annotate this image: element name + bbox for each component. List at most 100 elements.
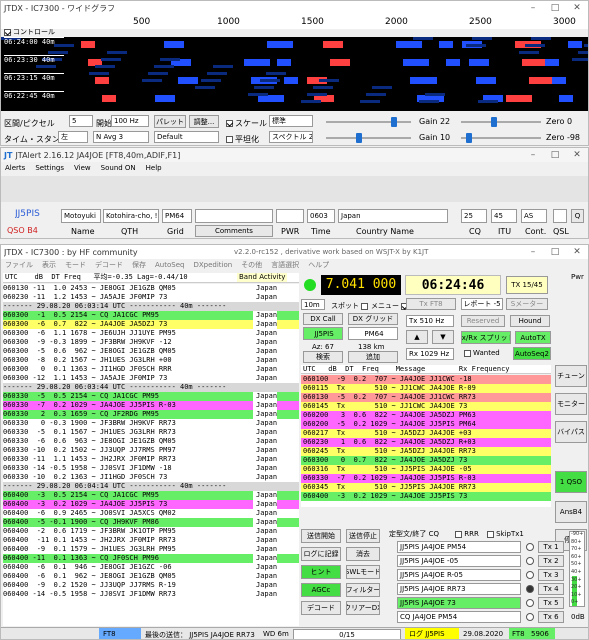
dx-grid-button[interactable]: DX グリッド [348,313,398,325]
frequency-display[interactable]: 7.041 000 [321,275,401,295]
tx-select-button[interactable]: Tx 4 [538,583,564,595]
country-field[interactable]: Japan [338,209,448,223]
comments-button[interactable]: Comments [195,225,273,237]
jtalert-callsign[interactable]: JJ5PIS [15,209,40,219]
autotx-button[interactable]: AutoTX [515,331,551,344]
band-activity-row[interactable]: 060330 -14 -0.5 1958 ~ JJ0SVI JF1DMW -18… [3,464,299,473]
scale-select[interactable]: 標準 [269,115,313,127]
band-activity-row[interactable]: 060230 -11 1.2 1453 ~ JA5AJE JF0MIP 73 Ja… [3,293,299,302]
band-activity-row[interactable]: 060400 -14 -0.5 1958 ~ JJ0SVI JF1DMW RR7… [3,590,299,599]
search-button[interactable]: 検索 [303,351,343,363]
add-button[interactable]: 追加 [348,351,398,363]
dx-call-button[interactable]: DX Call [303,313,343,325]
reserved-button[interactable]: Reserved [461,315,505,327]
menu-checkbox[interactable]: メニュー [371,301,410,311]
tx-select-button[interactable]: Tx 1 [538,541,564,553]
band-activity-row[interactable]: 060400 -6 0.9 2465 ~ JO0SVI JA5XCS QM02 J… [3,509,299,518]
rx-frequency-row[interactable]: 060400 -3 0.2 1029 ~ JA4JOE JJ5PIS 73 [301,492,551,501]
band-activity-row[interactable]: 060300 -12 1.1 1453 ~ JA5AJE JF0MIP 73 Ja… [3,374,299,383]
band-activity-row[interactable]: 060300 -6 1.1 1678 ~ JE6UJH JJ1UYE PM95 J… [3,329,299,338]
band-activity-row[interactable]: 060330 -11 1.1 1453 ~ JH2JRX JF0MIP RR73… [3,455,299,464]
palette-select[interactable]: Default [154,131,219,143]
menu-view[interactable]: View [74,164,91,172]
zero-a-slider[interactable] [461,117,541,127]
grid-field[interactable]: PM64 [162,209,192,223]
cq-option[interactable]: CQ [429,530,439,538]
band-activity-row[interactable]: ------- 29.08.20 06:03:44 UTC ----------… [3,383,299,392]
tx-radio[interactable] [526,599,534,607]
rx-frequency-list[interactable]: 060100 -9 0.2 707 ~ JA4JOE JJ1CWC -18 060… [301,375,551,507]
band-activity-row[interactable]: 060400 -9 0.1 1579 ~ JH1UES JG3LRH PM95 J… [3,545,299,554]
tx-hz-spinbox[interactable]: Tx 510 Hz [406,315,454,327]
decode-button[interactable]: デコード [301,601,341,615]
rx-frequency-row[interactable]: 060200 3 0.6 822 ~ JA4JOE JA5DZJ PM63 [301,411,551,420]
report-spinbox[interactable]: レポート -5 [461,298,503,310]
tx-message-field[interactable]: JJ5PIS JA4JOE R-05 [397,569,521,581]
close-icon[interactable]: ✕ [566,247,588,257]
rx-frequency-row[interactable]: 060330 -7 0.2 1029 ~ JA4JOE JJ5PIS R-03 [301,474,551,483]
tx-stop-button[interactable]: 送信停止 [346,529,380,543]
tx-mode-button[interactable]: Tx FT8 [406,298,456,310]
side-button[interactable]: モニター [555,393,587,415]
dx-call-field[interactable]: JJ5PIS [303,327,343,340]
cq-field[interactable]: 25 [461,209,487,223]
spectrum-spinbox[interactable]: スペクトル 25 [269,131,313,143]
tx-message-field[interactable]: JJ5PIS JA4JOE 73 [397,597,521,609]
cont-field[interactable]: AS [521,209,547,223]
rx-frequency-row[interactable]: 060200 -5 0.2 1029 ~ JA4JOE JJ5PIS PM64 [301,420,551,429]
main-menu-item[interactable]: モード [65,260,86,270]
close-icon[interactable]: ✕ [566,150,588,160]
maximize-icon[interactable]: □ [544,150,566,160]
navg-spinbox[interactable]: N Avg 3 [93,131,149,143]
minimize-icon[interactable]: – [522,247,544,257]
spot-checkbox[interactable]: スポット [331,301,370,311]
split-button[interactable]: Tx/Rx スプリット [461,331,511,344]
band-activity-row[interactable]: 060400 -11 0.1 1363 ~ CQ JF0SCH PM96 Japa… [3,554,299,563]
rx-hz-spinbox[interactable]: Rx 1029 Hz [406,348,454,360]
side-button[interactable]: バイパス [555,421,587,443]
qth-field[interactable]: Kotohira-cho, ! [103,209,159,223]
band-activity-row[interactable]: 060300 -5 0.6 962 ~ JE8OGI JE1GZB QM05 Ja… [3,347,299,356]
band-activity-row[interactable]: 060300 -9 -0.3 1899 ~ JF3BRW JH9KVF -12 J… [3,338,299,347]
close-icon[interactable]: ✕ [566,3,588,13]
maximize-icon[interactable]: □ [544,3,566,13]
band-activity-tab[interactable]: Band Activity [237,273,288,282]
rx-frequency-row[interactable]: 060217 Tx 510 ~ JA5DZJ JA4JOE +03 [301,429,551,438]
side-button[interactable]: AnsB4 [555,501,587,523]
band-activity-row[interactable]: 060400 -2 0.6 1719 ~ JF3BRW JK1OTP PM95 J… [3,527,299,536]
rx-frequency-row[interactable]: 060245 Tx 510 ~ JA5DZJ JA4JOE RR73 [301,447,551,456]
menu-settings[interactable]: Settings [35,164,64,172]
band-activity-row[interactable]: 060400 -3 0.5 2154 ~ CQ JA1CGC PM95 Japan [3,491,299,500]
time-field[interactable]: 0603 [307,209,335,223]
band-select[interactable]: 10m [301,299,325,310]
menu-sound[interactable]: Sound ON [101,164,136,172]
qsl-field[interactable] [553,209,567,223]
tx-radio[interactable] [526,543,534,551]
tx-start-button[interactable]: 送信開始 [301,529,341,543]
log-qso-button[interactable]: ログに記録 [301,547,341,561]
bins-spinbox[interactable]: 5 [69,115,93,127]
maximize-icon[interactable]: □ [544,247,566,257]
adjust-button[interactable]: 調整... [189,115,219,128]
filter-button[interactable]: フィルター [346,583,380,597]
band-activity-row[interactable]: 060400 -5 -0.1 1900 ~ CQ JH9KVF PM86 Japa… [3,518,299,527]
gain-b-slider[interactable] [326,133,411,143]
skiptx1-option[interactable]: SkipTx1 [496,530,524,538]
band-activity-row[interactable]: 060300 0 0.1 1363 ~ JI1HGD JF0SCH RRR Jap… [3,365,299,374]
band-activity-row[interactable]: 060330 -7 0.2 1029 ~ JA4JOE JJ5PIS R-03 J… [3,401,299,410]
band-activity-list[interactable]: 060130 -11 1.0 2453 ~ JE8OGI JE1GZB QM05… [3,284,299,626]
band-activity-row[interactable]: 060300 -1 0.5 2154 ~ CQ JA1CGC PM95 Japan [3,311,299,320]
rx-frequency-row[interactable]: 060130 -5 0.2 707 ~ JA4JOE JJ1CWC RR73 [301,393,551,402]
dx-grid-field[interactable]: PM64 [348,327,398,340]
gain-a-slider[interactable] [326,117,411,127]
palette-button[interactable]: パレット [154,115,186,128]
start-spinbox[interactable]: 100 Hz [111,115,149,127]
band-activity-row[interactable]: 060330 -5 0.1 1567 ~ JH1UES JG3LRH RR73 J… [3,428,299,437]
minimize-icon[interactable]: – [522,3,544,13]
tx-select-button[interactable]: Tx 5 [538,597,564,609]
comments-field[interactable] [195,209,273,223]
rx-frequency-row[interactable]: 060316 Tx 510 ~ JJ5PIS JA4JOE -05 [301,465,551,474]
band-activity-row[interactable]: 060330 -5 0.5 2154 ~ CQ JA1CGC PM95 Japan [3,392,299,401]
erase-button[interactable]: 消去 [346,547,380,561]
itu-field[interactable]: 45 [491,209,517,223]
